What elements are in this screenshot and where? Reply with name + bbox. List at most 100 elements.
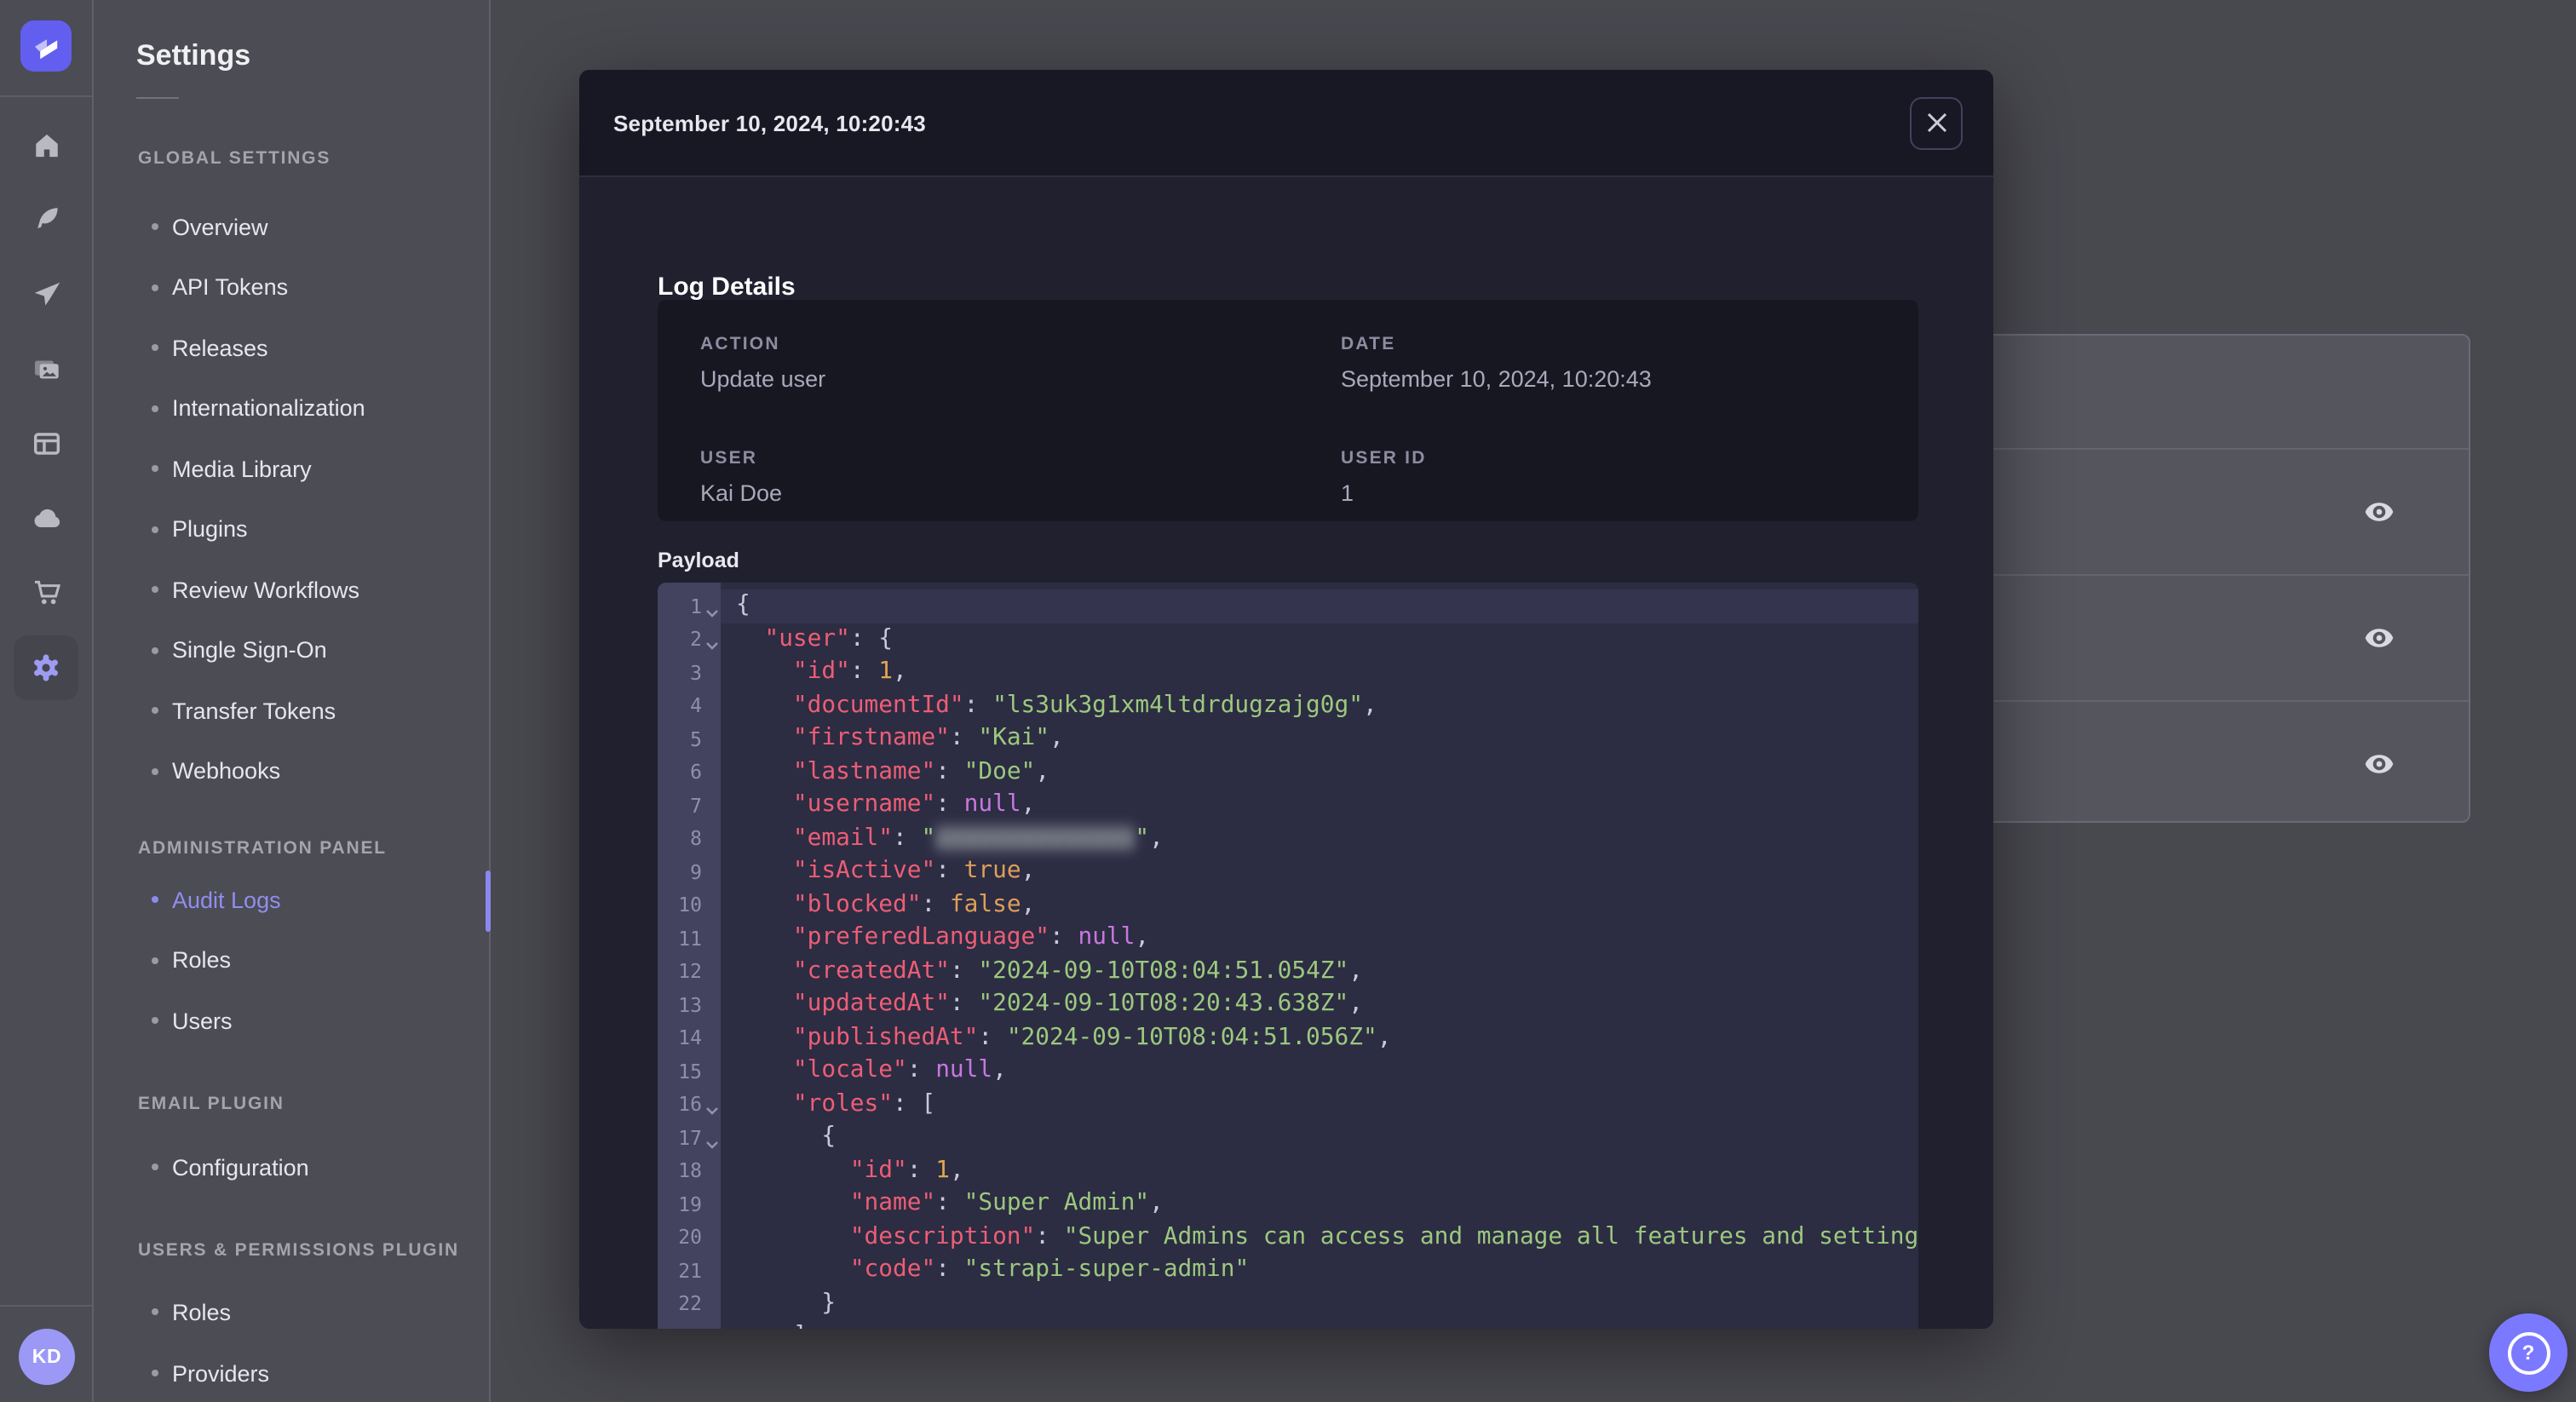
code-line: 7 "username": null, — [658, 789, 1918, 822]
user-id-value: 1 — [1341, 480, 1354, 506]
bullet-icon — [152, 1308, 158, 1315]
line-number: 2 — [658, 628, 721, 652]
line-number: 1 — [658, 595, 721, 618]
code-line: 4 "documentId": "ls3uk3g1xm4ltdrdugzajg0… — [658, 689, 1918, 722]
media-library-icon[interactable] — [14, 336, 78, 400]
settings-sidebar: Settings GLOBAL SETTINGS Overview API To… — [94, 0, 491, 1402]
sidebar-item-api-tokens[interactable]: API Tokens — [94, 270, 489, 304]
code-line: 12 "createdAt": "2024-09-10T08:04:51.054… — [658, 955, 1918, 988]
sidebar-item-roles-up[interactable]: Roles — [94, 1295, 489, 1329]
bullet-icon — [152, 1164, 158, 1170]
code-line: 5 "firstname": "Kai", — [658, 722, 1918, 756]
modal-header: September 10, 2024, 10:20:43 — [579, 70, 1993, 177]
bullet-icon — [152, 284, 158, 290]
line-number: 22 — [678, 1291, 702, 1316]
user-value: Kai Doe — [700, 480, 783, 506]
line-number: 15 — [678, 1059, 702, 1083]
view-log-button[interactable] — [2361, 747, 2395, 781]
line-number: 18 — [678, 1158, 702, 1183]
settings-gear-icon[interactable] — [14, 635, 78, 700]
detail-date: DATE September 10, 2024, 10:20:43 — [1341, 334, 1918, 407]
line-number: 14 — [678, 1026, 702, 1050]
sidebar-item-roles-admin[interactable]: Roles — [94, 943, 489, 977]
line-number: 3 — [690, 660, 702, 685]
feather-icon[interactable] — [14, 186, 78, 250]
sidebar-item-releases[interactable]: Releases — [94, 330, 489, 365]
user-avatar[interactable]: KD — [19, 1329, 75, 1385]
bullet-icon — [152, 707, 158, 714]
line-number: 21 — [678, 1258, 702, 1283]
date-value: September 10, 2024, 10:20:43 — [1341, 366, 1652, 392]
code-line: 3 "id": 1, — [658, 656, 1918, 689]
view-log-button[interactable] — [2361, 495, 2395, 529]
sidebar-item-single-sign-on[interactable]: Single Sign-On — [94, 633, 489, 667]
bullet-icon — [152, 526, 158, 532]
log-details-panel: ACTION Update user DATE September 10, 20… — [658, 300, 1918, 521]
line-number: 5 — [690, 727, 702, 751]
paper-plane-icon[interactable] — [14, 261, 78, 325]
action-value: Update user — [700, 366, 826, 392]
help-button[interactable]: ? — [2489, 1313, 2567, 1392]
strapi-logo-icon[interactable] — [20, 20, 72, 72]
code-line: 21 "code": "strapi-super-admin" — [658, 1254, 1918, 1287]
sidebar-item-audit-logs[interactable]: Audit Logs — [94, 882, 489, 916]
code-line: 8 "email": "xxxxxxxxxxxxxx", — [658, 822, 1918, 855]
bullet-icon — [152, 465, 158, 472]
home-icon[interactable] — [14, 112, 78, 177]
sidebar-item-providers[interactable]: Providers — [94, 1356, 489, 1390]
bullet-icon — [152, 767, 158, 774]
strapi-logo-glyph — [35, 39, 58, 60]
sidebar-item-plugins[interactable]: Plugins — [94, 512, 489, 546]
sidebar-item-webhooks[interactable]: Webhooks — [94, 754, 489, 788]
settings-title: Settings — [136, 39, 251, 72]
bullet-icon — [152, 405, 158, 411]
view-log-button[interactable] — [2361, 621, 2395, 655]
code-line: 13 "updatedAt": "2024-09-10T08:20:43.638… — [658, 988, 1918, 1021]
bullet-icon — [152, 1017, 158, 1024]
user-label: USER — [700, 448, 758, 468]
sidebar-item-configuration[interactable]: Configuration — [94, 1150, 489, 1184]
layout-icon[interactable] — [14, 411, 78, 475]
sidebar-item-users[interactable]: Users — [94, 1003, 489, 1037]
rail-bottom-divider — [0, 1305, 92, 1307]
code-line: 19 "name": "Super Admin", — [658, 1187, 1918, 1221]
cloud-icon[interactable] — [14, 486, 78, 550]
line-number: 19 — [678, 1192, 702, 1216]
close-button[interactable] — [1910, 96, 1963, 149]
detail-action: ACTION Update user — [700, 334, 1341, 407]
line-number: 17 — [658, 1126, 721, 1150]
main-nav-rail: KD — [0, 0, 94, 1402]
bullet-icon — [152, 586, 158, 593]
user-id-label: USER ID — [1341, 448, 1427, 468]
log-details-heading: Log Details — [658, 273, 796, 302]
payload-label: Payload — [658, 549, 739, 572]
fold-chevron-icon[interactable] — [705, 1131, 719, 1155]
code-line: 16 "roles": [ — [658, 1088, 1918, 1121]
eye-icon — [2364, 755, 2393, 773]
line-number: 4 — [690, 693, 702, 718]
log-details-modal: September 10, 2024, 10:20:43 Log Details… — [579, 70, 1993, 1329]
detail-user: USER Kai Doe — [700, 448, 1341, 521]
payload-code-editor[interactable]: 1{2 "user": {3 "id": 1, 4 "documentId": "… — [658, 583, 1918, 1329]
bullet-icon — [152, 1370, 158, 1376]
line-number: 11 — [678, 926, 702, 951]
app-root: KD Settings GLOBAL SETTINGS Overview API… — [0, 0, 2576, 1402]
fold-chevron-icon[interactable] — [705, 1098, 719, 1122]
sidebar-item-review-workflows[interactable]: Review Workflows — [94, 572, 489, 606]
fold-chevron-icon[interactable] — [705, 600, 719, 623]
code-line: 23 ] — [658, 1320, 1918, 1329]
action-label: ACTION — [700, 334, 780, 354]
section-administration-panel: ADMINISTRATION PANEL — [138, 838, 387, 859]
code-lines: 1{2 "user": {3 "id": 1, 4 "documentId": "… — [658, 583, 1918, 1329]
code-line: 18 "id": 1, — [658, 1154, 1918, 1187]
date-label: DATE — [1341, 334, 1396, 354]
fold-chevron-icon[interactable] — [705, 633, 719, 657]
detail-user-id: USER ID 1 — [1341, 448, 1918, 521]
sidebar-item-overview[interactable]: Overview — [94, 210, 489, 244]
bullet-icon — [152, 646, 158, 653]
sidebar-item-internationalization[interactable]: Internationalization — [94, 391, 489, 425]
sidebar-item-media-library[interactable]: Media Library — [94, 451, 489, 486]
marketplace-cart-icon[interactable] — [14, 559, 78, 623]
section-global-settings: GLOBAL SETTINGS — [138, 148, 331, 169]
sidebar-item-transfer-tokens[interactable]: Transfer Tokens — [94, 693, 489, 727]
